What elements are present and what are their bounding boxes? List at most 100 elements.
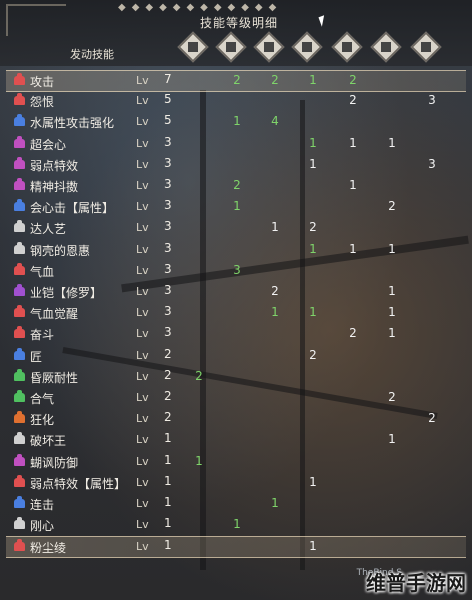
arm-armor-icon[interactable]	[291, 31, 323, 63]
skill-row[interactable]: 连击 Lv 1 1	[6, 494, 466, 514]
lv-label: Lv	[136, 221, 149, 235]
equipment-skill-points: 1	[233, 199, 241, 214]
lv-label: Lv	[136, 94, 149, 108]
skill-row[interactable]: 破坏王 Lv 1 1	[6, 430, 466, 450]
skill-row[interactable]: 刚心 Lv 1 1	[6, 515, 466, 535]
skill-level: 2	[164, 367, 172, 382]
equipment-skill-points: 1	[388, 432, 396, 447]
equipment-skill-points: 1	[271, 220, 279, 235]
skill-row[interactable]: 气血 Lv 3 3	[6, 261, 466, 281]
lv-label: Lv	[136, 242, 149, 256]
skill-name: 奋斗	[30, 328, 55, 343]
equipment-skill-points: 2	[309, 347, 317, 362]
waist-armor-icon[interactable]	[331, 31, 363, 63]
skill-row[interactable]: 弱点特效【属性】 Lv 1 1	[6, 473, 466, 493]
skill-name: 粉尘绫	[30, 541, 67, 556]
skill-level: 3	[164, 134, 172, 149]
equipment-skill-points: 2	[233, 73, 241, 87]
skill-row[interactable]: 攻击 Lv 7 2 2 1 2	[6, 70, 466, 92]
lv-label: Lv	[136, 200, 149, 214]
lv-label: Lv	[136, 475, 149, 489]
charm-icon[interactable]	[410, 31, 442, 63]
lv-label: Lv	[136, 136, 149, 150]
skill-row[interactable]: 弱点特效 Lv 3 1 3	[6, 155, 466, 175]
equipment-skill-points: 2	[233, 178, 241, 192]
skill-name: 刚心	[30, 519, 55, 534]
equipment-skill-points: 2	[309, 220, 317, 235]
equipment-skill-points: 1	[388, 135, 396, 150]
skill-name: 弱点特效【属性】	[30, 476, 127, 491]
head-armor-icon[interactable]	[215, 31, 247, 63]
equipment-skill-points: 2	[271, 73, 279, 87]
lv-label: Lv	[136, 74, 149, 87]
skill-row[interactable]: 合气 Lv 2 2	[6, 388, 466, 408]
skill-gem-icon	[14, 305, 25, 318]
skill-name: 钢壳的恩惠	[30, 243, 91, 258]
skill-name: 业铠【修罗】	[30, 286, 103, 300]
skill-name: 合气	[30, 392, 55, 406]
skill-row[interactable]: 匠 Lv 2 2	[6, 346, 466, 366]
skill-level: 1	[164, 431, 172, 446]
skill-row[interactable]: 业铠【修罗】 Lv 3 2 1	[6, 282, 466, 302]
skill-level: 1	[164, 538, 172, 553]
skill-gem-icon	[14, 474, 25, 487]
page-title: 技能等级明细	[200, 16, 279, 30]
skill-level: 3	[164, 240, 172, 255]
skill-row[interactable]: 水属性攻击强化 Lv 5 1 4	[6, 112, 466, 132]
skill-gem-icon	[14, 241, 25, 254]
skill-row[interactable]: 奋斗 Lv 3 2 1	[6, 324, 466, 344]
skill-row[interactable]: 气血觉醒 Lv 3 1 1 1	[6, 303, 466, 323]
lv-label: Lv	[136, 454, 149, 468]
leg-armor-icon[interactable]	[370, 31, 402, 63]
skill-gem-icon	[14, 262, 25, 275]
skill-row[interactable]: 昏厥耐性 Lv 2 2	[6, 367, 466, 387]
skill-row[interactable]: 会心击【属性】 Lv 3 1 2	[6, 197, 466, 217]
equipment-skill-points: 2	[349, 73, 357, 87]
skill-name: 连击	[30, 498, 55, 512]
skill-level: 3	[164, 261, 172, 276]
skill-row[interactable]: 狂化 Lv 2 2	[6, 409, 466, 429]
skill-gem-icon	[14, 93, 25, 106]
equipment-skill-points: 1	[233, 517, 241, 532]
skill-row[interactable]: 怨恨 Lv 5 2 3	[6, 91, 466, 111]
equipment-skill-points: 1	[309, 305, 317, 320]
skill-row[interactable]: 精神抖擞 Lv 3 2 1	[6, 176, 466, 196]
weapon-icon[interactable]	[177, 31, 209, 63]
skill-gem-icon	[14, 390, 25, 402]
skill-level: 3	[164, 155, 172, 170]
lv-label: Lv	[136, 433, 149, 447]
equipment-skill-points: 1	[388, 241, 396, 256]
skill-row[interactable]: 粉尘绫 Lv 1 1	[6, 536, 466, 559]
skill-gem-icon	[14, 199, 25, 212]
skill-gem-icon	[14, 178, 25, 190]
skill-name: 蝴讽防御	[30, 455, 79, 470]
skill-gem-icon	[14, 517, 25, 530]
equipment-skill-points: 1	[309, 156, 317, 171]
skill-row[interactable]: 钢壳的恩惠 Lv 3 1 1 1	[6, 240, 466, 260]
equipment-skill-points: 4	[271, 114, 279, 129]
equipment-skill-points: 1	[349, 241, 357, 256]
skill-row[interactable]: 蝴讽防御 Lv 1 1	[6, 452, 466, 472]
section-label: 发动技能	[70, 48, 114, 61]
skill-level: 3	[164, 198, 172, 213]
skill-gem-icon	[14, 496, 25, 508]
equipment-skill-points: 1	[309, 539, 317, 554]
watermark-logo: 维普手游网	[366, 571, 466, 595]
equipment-skill-points: 1	[388, 326, 396, 341]
skill-level: 3	[164, 177, 172, 191]
equipment-skill-points: 1	[309, 474, 317, 489]
skill-gem-icon	[14, 347, 25, 360]
lv-label: Lv	[136, 179, 149, 192]
lv-label: Lv	[136, 412, 149, 426]
skill-level: 3	[164, 219, 172, 234]
lv-label: Lv	[136, 348, 149, 362]
skill-name: 会心击【属性】	[30, 201, 115, 216]
skill-gem-icon	[14, 326, 25, 339]
equipment-skill-points: 1	[349, 135, 357, 150]
skill-name: 怨恨	[30, 95, 55, 110]
equipment-skill-points: 3	[233, 262, 241, 277]
skill-row[interactable]: 达人艺 Lv 3 1 2	[6, 218, 466, 238]
skill-row[interactable]: 超会心 Lv 3 1 1 1	[6, 134, 466, 154]
lv-label: Lv	[136, 327, 149, 341]
chest-armor-icon[interactable]	[253, 31, 285, 63]
